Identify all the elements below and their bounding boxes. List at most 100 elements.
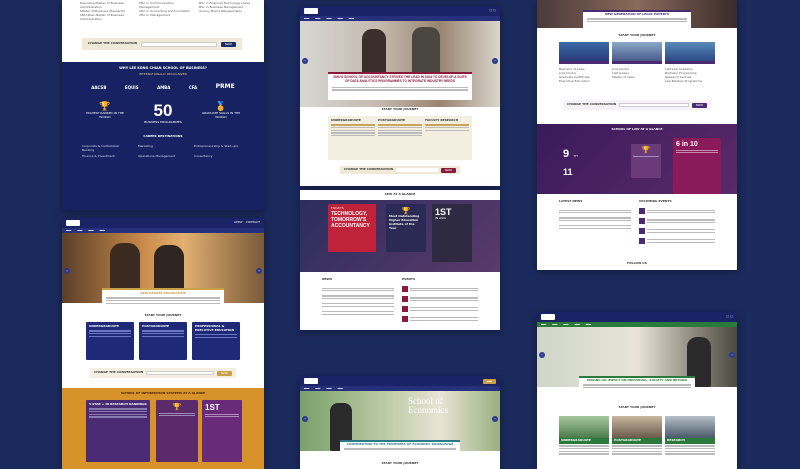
- header-link[interactable]: ▢ ▢: [726, 314, 733, 319]
- glance-title: SCHOOL OF LAW AT A GLANCE: [611, 127, 663, 131]
- smu-logo: [66, 220, 80, 226]
- career-item: Operations Management: [138, 153, 176, 158]
- glance-card-award: 🏆: [156, 400, 198, 462]
- journey-image-postgraduate[interactable]: [612, 42, 662, 64]
- school-title-line2: Economics: [408, 405, 448, 415]
- trophy-icon: 🏆: [172, 404, 182, 411]
- event-date: [402, 315, 408, 322]
- logo-aacsb: AACSB: [91, 84, 107, 90]
- journey-card-undergraduate[interactable]: UNDERGRADUATE: [559, 416, 609, 456]
- program-link[interactable]: MSc in Business Management (Luxury Brand…: [199, 5, 250, 14]
- column-header: POSTGRADUATE: [378, 118, 406, 122]
- journey-columns: UNDERGRADUATE POSTGRADUATE FACULTY RESEA…: [328, 116, 472, 160]
- header-link-apply[interactable]: APPLY: [234, 220, 243, 225]
- nav-item[interactable]: ▬▬: [66, 229, 71, 232]
- career-item: Corporate & Institutional Banking: [82, 143, 120, 152]
- header-link-contact[interactable]: CONTACT: [246, 220, 260, 225]
- cta-input[interactable]: [396, 168, 438, 172]
- nav-item[interactable]: ▬▬: [586, 323, 591, 326]
- panel-business-school: Executive Master of Business Administrat…: [62, 0, 264, 210]
- careers-title: CAREER DESTINATIONS: [143, 134, 183, 138]
- nav-item[interactable]: ▬▬: [304, 387, 309, 390]
- cta-input[interactable]: [619, 103, 689, 107]
- hero-caption-box: CONTRIBUTING TO THE FRONTIERS OF ECONOMI…: [340, 440, 460, 456]
- site-header: ▬▬: [300, 376, 500, 386]
- nav-item[interactable]: ▬▬: [315, 387, 320, 390]
- school-title: School of Economics: [408, 397, 448, 415]
- cta-send-button[interactable]: SEND: [216, 370, 232, 376]
- nav-item[interactable]: ▬▬: [315, 17, 320, 20]
- carousel-prev-button[interactable]: ‹: [302, 416, 308, 422]
- logo-amba: AMBA: [157, 84, 171, 90]
- hero-caption-box: NEW GENERATION OF LEGAL EXPERTS: [583, 10, 691, 28]
- nav-item[interactable]: ▬▬: [338, 17, 343, 20]
- card-title: POSTGRADUATE: [142, 324, 170, 328]
- nav-item[interactable]: ▬▬: [100, 229, 105, 232]
- nav-item[interactable]: ▬▬: [326, 387, 331, 390]
- cta-send-button[interactable]: SEND: [440, 167, 456, 173]
- smu-logo: [304, 378, 318, 384]
- nav-item[interactable]: ▬▬: [575, 323, 580, 326]
- header-link[interactable]: ▢ ▢: [489, 8, 496, 13]
- nav-item[interactable]: ▬▬: [552, 323, 557, 326]
- smu-logo: [304, 8, 318, 14]
- event-date: [639, 227, 645, 234]
- carousel-prev-button[interactable]: ‹: [539, 352, 545, 358]
- journey-link[interactable]: Law Masters Programme: [665, 79, 715, 84]
- news-list: [559, 208, 631, 231]
- journey-card-postgraduate[interactable]: POSTGRADUATE: [139, 322, 187, 360]
- hero-caption-box: SMU'S SCHOOL OF ACCOUNTANCY STRIVES THE …: [328, 72, 472, 100]
- nav-item[interactable]: ▬▬: [541, 323, 546, 326]
- cta-send-button[interactable]: SEND: [691, 102, 707, 108]
- carousel-prev-button[interactable]: ‹: [302, 58, 308, 64]
- nav-item[interactable]: ▬▬: [563, 323, 568, 326]
- nav-item[interactable]: ▬▬: [338, 387, 343, 390]
- program-link[interactable]: MSc in Management: [139, 13, 190, 18]
- carousel-next-button[interactable]: ›: [729, 352, 735, 358]
- stat-left: HIGHEST RANKED IN THE WORLD: [86, 111, 124, 119]
- event-date: [402, 295, 408, 302]
- carousel-prev-button[interactable]: ‹: [64, 268, 70, 274]
- cta-bar: CHANGE THE CONVERSATION SEND: [90, 368, 236, 378]
- journey-image-undergraduate[interactable]: [559, 42, 609, 64]
- journey-title: START YOUR JOURNEY: [144, 313, 182, 317]
- journey-card-postgraduate[interactable]: POSTGRADUATE: [612, 416, 662, 456]
- cta-bar: CHANGE THE CONVERSATION SEND: [563, 100, 711, 110]
- nav-item[interactable]: ▬▬: [77, 229, 82, 232]
- stat-caption: BUSINESS PROGRAMMES: [144, 120, 182, 125]
- cta-bar: CHANGE THE CONVERSATION SEND: [82, 38, 242, 50]
- journey-link[interactable]: Master of Laws: [612, 75, 662, 80]
- stat1-big: 9: [563, 148, 570, 160]
- accreditation-logos: AACSB EQUIS AMBA CFA PRME: [82, 83, 244, 91]
- journey-card-research[interactable]: RESEARCH: [665, 416, 715, 456]
- events-title: EVENTS: [402, 277, 416, 281]
- carousel-next-button[interactable]: ›: [492, 416, 498, 422]
- news-title: NEWS: [322, 277, 333, 281]
- cta-label: CHANGE THE CONVERSATION: [567, 102, 617, 107]
- stats-row: 🏆 HIGHEST RANKED IN THE WORLD 50 BUSINES…: [76, 101, 250, 125]
- cta-input[interactable]: [141, 41, 217, 47]
- glance-card-first: 1ST: [202, 400, 242, 462]
- carousel-next-button[interactable]: ›: [492, 58, 498, 64]
- program-link[interactable]: SMU-Ross Master of Business Administrati…: [80, 13, 131, 22]
- nav-item[interactable]: ▬▬: [349, 17, 354, 20]
- carousel-next-button[interactable]: ›: [256, 268, 262, 274]
- header-apply-button[interactable]: ▬▬: [482, 378, 496, 384]
- nav-item[interactable]: ▬▬: [326, 17, 331, 20]
- panel-law: NEW GENERATION OF LEGAL EXPERTS START YO…: [537, 0, 737, 270]
- nav-item[interactable]: ▬▬: [88, 229, 93, 232]
- journey-image-executive[interactable]: [665, 42, 715, 64]
- hero-title: SMU'S SCHOOL OF ACCOUNTANCY STRIVES THE …: [333, 75, 467, 83]
- cta-label: CHANGE THE CONVERSATION: [94, 370, 144, 375]
- glance-section: SCHOOL OF LAW AT A GLANCE 9 TH 11 🏆 6 in…: [537, 124, 737, 194]
- journey-card-executive[interactable]: PROFESSIONAL & EXECUTIVE EDUCATION: [192, 322, 240, 360]
- career-item: Entrepreneurship & Start-ups: [194, 143, 239, 148]
- news-list: [322, 286, 394, 317]
- journey-card-undergraduate[interactable]: UNDERGRADUATE: [86, 322, 134, 360]
- journey-link[interactable]: Executive Education: [559, 79, 609, 84]
- cta-send-button[interactable]: SEND: [220, 41, 236, 47]
- event-date: [639, 217, 645, 224]
- cta-input[interactable]: [146, 371, 214, 375]
- nav-item[interactable]: ▬▬: [304, 17, 309, 20]
- glance-title: SMU AT A GLANCE: [384, 192, 416, 196]
